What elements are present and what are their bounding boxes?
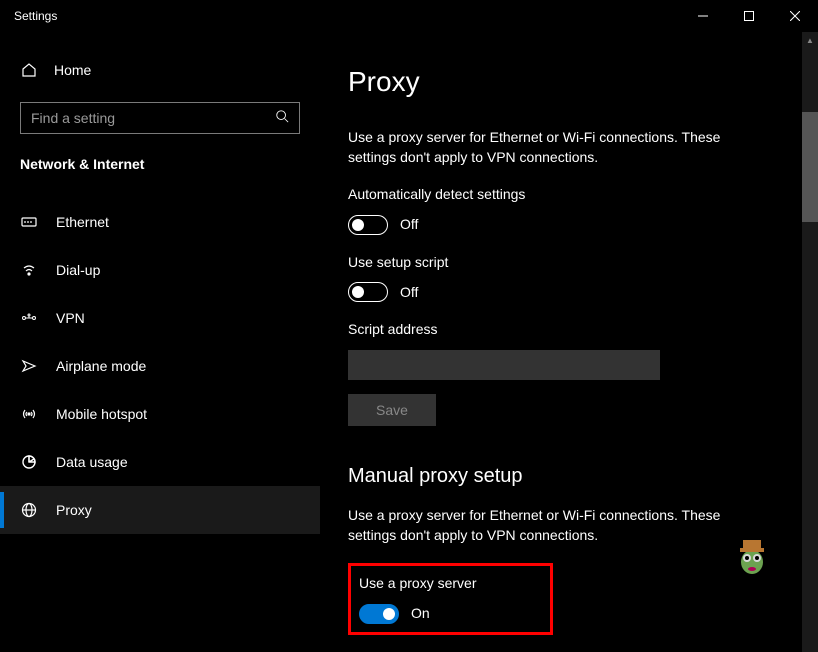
highlight-annotation: Use a proxy server On bbox=[348, 563, 553, 635]
manual-proxy-description: Use a proxy server for Ethernet or Wi-Fi… bbox=[348, 506, 768, 545]
sidebar-item-label: Dial-up bbox=[56, 262, 100, 278]
sidebar-item-label: Mobile hotspot bbox=[56, 406, 147, 422]
minimize-button[interactable] bbox=[680, 0, 726, 32]
sidebar-item-ethernet[interactable]: Ethernet bbox=[0, 198, 320, 246]
sidebar-item-hotspot[interactable]: Mobile hotspot bbox=[0, 390, 320, 438]
use-script-toggle[interactable] bbox=[348, 282, 388, 302]
data-usage-icon bbox=[20, 454, 38, 470]
scroll-up-icon[interactable]: ▲ bbox=[802, 32, 818, 48]
sidebar: Home Network & Internet Ethernet Dial-up bbox=[0, 32, 320, 652]
sidebar-item-label: VPN bbox=[56, 310, 85, 326]
home-link[interactable]: Home bbox=[0, 52, 320, 88]
titlebar: Settings bbox=[0, 0, 818, 32]
script-address-label: Script address bbox=[348, 320, 796, 340]
sidebar-item-label: Airplane mode bbox=[56, 358, 146, 374]
home-label: Home bbox=[54, 62, 91, 78]
sidebar-item-label: Proxy bbox=[56, 502, 92, 518]
save-button[interactable]: Save bbox=[348, 394, 436, 426]
scrollbar[interactable]: ▲ bbox=[802, 32, 818, 652]
close-button[interactable] bbox=[772, 0, 818, 32]
minimize-icon bbox=[698, 11, 708, 21]
scrollbar-thumb[interactable] bbox=[802, 112, 818, 222]
use-script-label: Use setup script bbox=[348, 253, 796, 273]
dialup-icon bbox=[20, 262, 38, 278]
auto-detect-label: Automatically detect settings bbox=[348, 185, 796, 205]
home-icon bbox=[20, 62, 38, 78]
auto-proxy-description: Use a proxy server for Ethernet or Wi-Fi… bbox=[348, 128, 768, 167]
sidebar-item-proxy[interactable]: Proxy bbox=[0, 486, 320, 534]
use-proxy-state: On bbox=[411, 604, 430, 624]
vpn-icon bbox=[20, 310, 38, 326]
search-input[interactable] bbox=[31, 110, 275, 126]
content-area: Proxy Use a proxy server for Ethernet or… bbox=[320, 32, 818, 652]
category-header: Network & Internet bbox=[0, 156, 320, 198]
watermark-character-icon bbox=[734, 534, 770, 578]
sidebar-item-vpn[interactable]: VPN bbox=[0, 294, 320, 342]
maximize-icon bbox=[744, 11, 754, 21]
sidebar-item-airplane[interactable]: Airplane mode bbox=[0, 342, 320, 390]
maximize-button[interactable] bbox=[726, 0, 772, 32]
auto-detect-toggle[interactable] bbox=[348, 215, 388, 235]
manual-setup-header: Manual proxy setup bbox=[348, 462, 796, 490]
sidebar-item-label: Data usage bbox=[56, 454, 128, 470]
script-address-input[interactable] bbox=[348, 350, 660, 380]
page-title: Proxy bbox=[348, 66, 796, 98]
use-proxy-toggle[interactable] bbox=[359, 604, 399, 624]
ethernet-icon bbox=[20, 214, 38, 230]
auto-detect-state: Off bbox=[400, 215, 418, 235]
sidebar-item-data[interactable]: Data usage bbox=[0, 438, 320, 486]
sidebar-item-label: Ethernet bbox=[56, 214, 109, 230]
window-controls bbox=[680, 0, 818, 32]
globe-icon bbox=[20, 502, 38, 518]
use-proxy-label: Use a proxy server bbox=[359, 574, 476, 594]
airplane-icon bbox=[20, 358, 38, 374]
hotspot-icon bbox=[20, 406, 38, 422]
search-icon bbox=[275, 109, 289, 128]
use-script-state: Off bbox=[400, 283, 418, 303]
sidebar-item-dialup[interactable]: Dial-up bbox=[0, 246, 320, 294]
window-title: Settings bbox=[14, 9, 57, 23]
search-box[interactable] bbox=[20, 102, 300, 134]
close-icon bbox=[790, 11, 800, 21]
